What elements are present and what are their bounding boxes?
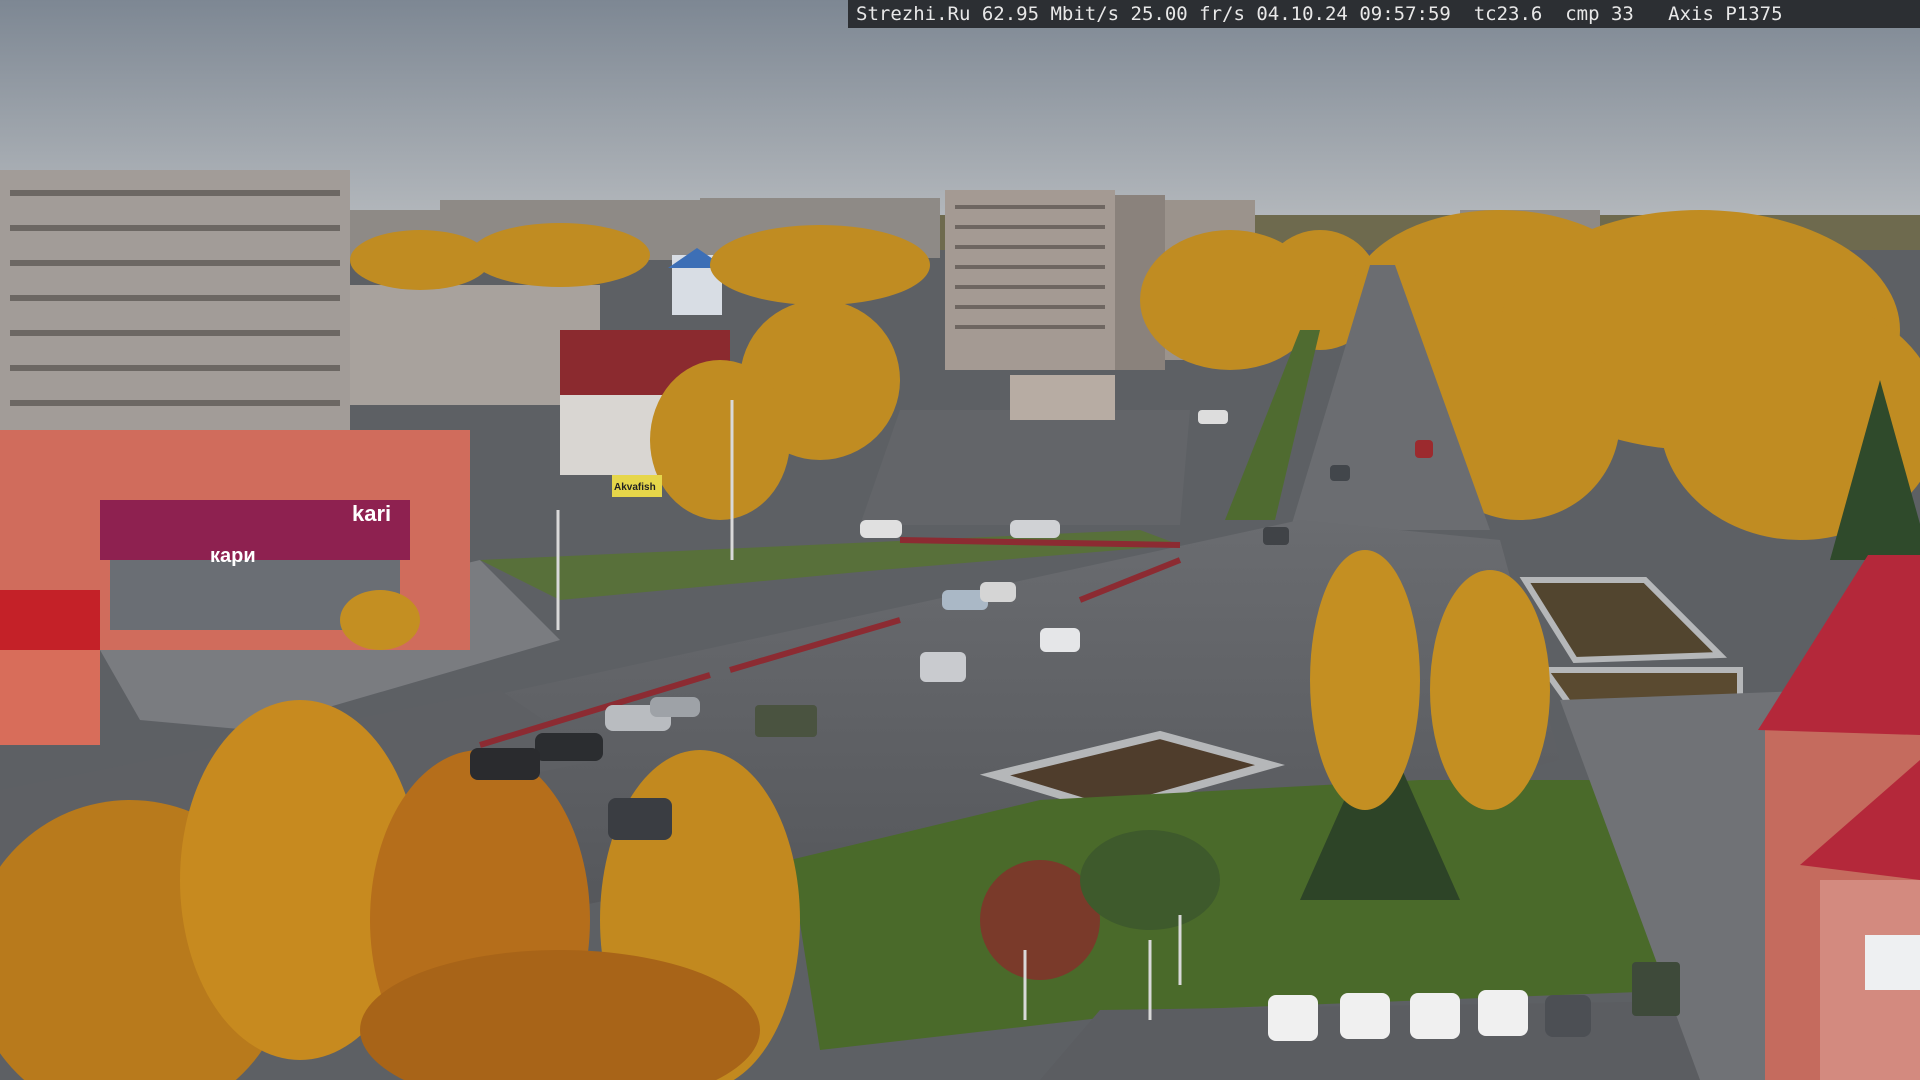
webcam-scene: kari кари Akvafish bbox=[0, 0, 1920, 1080]
bush-green bbox=[1080, 830, 1220, 930]
camera-osd-overlay: Strezhi.Ru 62.95 Mbit/s 25.00 fr/s 04.10… bbox=[848, 0, 1920, 28]
bus-stop-text: Akvafish bbox=[614, 482, 656, 493]
parking-lot bbox=[860, 410, 1190, 525]
store-logo-text: kari bbox=[352, 501, 391, 526]
small-building bbox=[1010, 375, 1115, 420]
store-banner-text: кари bbox=[210, 545, 256, 567]
